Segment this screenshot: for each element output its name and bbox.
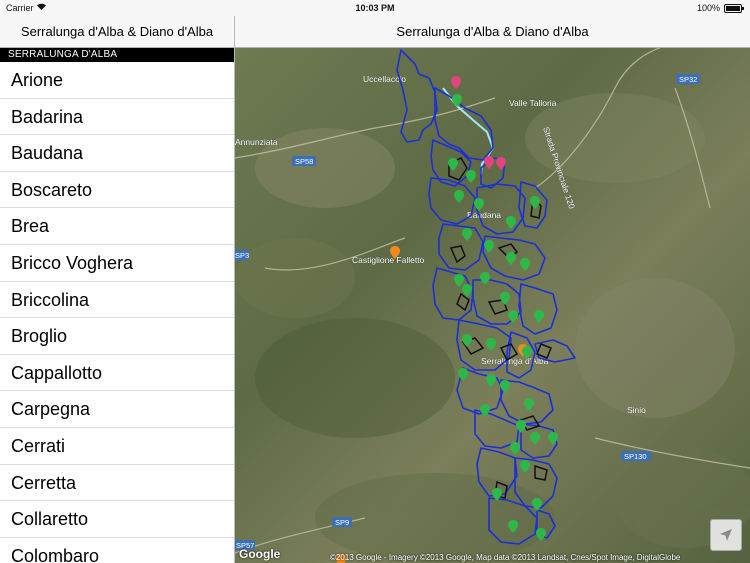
road-badge-sp58: SP58: [292, 156, 316, 166]
place-label-castiglione: Castiglione Falletto: [352, 255, 425, 265]
list-item[interactable]: Arione: [0, 62, 234, 99]
list-item[interactable]: Collaretto: [0, 501, 234, 538]
road-badge-sp9: SP9: [332, 517, 352, 527]
list-item[interactable]: Broglio: [0, 318, 234, 355]
place-label-annunziata: Annunziata: [235, 137, 278, 147]
list-item[interactable]: Cerretta: [0, 465, 234, 502]
list-item[interactable]: Colombaro: [0, 538, 234, 563]
detail-title: Serralunga d'Alba & Diano d'Alba: [396, 24, 589, 39]
map-attribution: ©2013 Google - Imagery ©2013 Google, Map…: [330, 553, 681, 562]
svg-text:SP9: SP9: [335, 518, 349, 527]
location-arrow-icon: [720, 529, 732, 541]
place-label-sinio: Sinio: [627, 405, 646, 415]
battery-percent: 100%: [696, 3, 720, 13]
google-logo: Google: [239, 547, 281, 561]
svg-text:SP32: SP32: [679, 75, 697, 84]
list-item[interactable]: Briccolina: [0, 282, 234, 319]
list-item[interactable]: Baudana: [0, 135, 234, 172]
svg-text:SP58: SP58: [295, 157, 313, 166]
road-badge-sp130: SP130: [621, 451, 651, 461]
status-bar: Carrier 10:03 PM 100%: [0, 0, 750, 16]
master-pane: Serralunga d'Alba & Diano d'Alba SERRALU…: [0, 16, 235, 563]
battery-icon: [724, 3, 744, 13]
list-item[interactable]: Carpegna: [0, 391, 234, 428]
road-badge-sp3: SP3: [235, 250, 249, 260]
status-time: 10:03 PM: [355, 3, 395, 13]
vineyard-list: Arione Badarina Baudana Boscareto Brea B…: [0, 62, 234, 563]
place-label-valle-talloria: Valle Talloria: [509, 98, 557, 108]
locate-me-button[interactable]: [710, 519, 742, 551]
battery-indicator: 100%: [696, 3, 744, 13]
section-header: SERRALUNGA D'ALBA: [0, 48, 234, 62]
svg-text:SP130: SP130: [624, 452, 647, 461]
master-title: Serralunga d'Alba & Diano d'Alba: [20, 24, 214, 39]
detail-nav-bar: Serralunga d'Alba & Diano d'Alba: [235, 16, 750, 48]
list-item[interactable]: Brea: [0, 208, 234, 245]
svg-text:SP3: SP3: [235, 251, 249, 260]
road-badge-sp32: SP32: [676, 74, 700, 84]
list-item[interactable]: Boscareto: [0, 172, 234, 209]
satellite-map[interactable]: SP32 SP58 SP3 SP130 SP9 SP57 Uccellaccio…: [235, 48, 750, 563]
detail-pane: Serralunga d'Alba & Diano d'Alba SP32 SP…: [235, 16, 750, 563]
list-item[interactable]: Badarina: [0, 99, 234, 136]
master-nav-bar: Serralunga d'Alba & Diano d'Alba: [0, 16, 234, 48]
list-item[interactable]: Cappallotto: [0, 355, 234, 392]
list-item[interactable]: Cerrati: [0, 428, 234, 465]
list-item[interactable]: Bricco Voghera: [0, 245, 234, 282]
